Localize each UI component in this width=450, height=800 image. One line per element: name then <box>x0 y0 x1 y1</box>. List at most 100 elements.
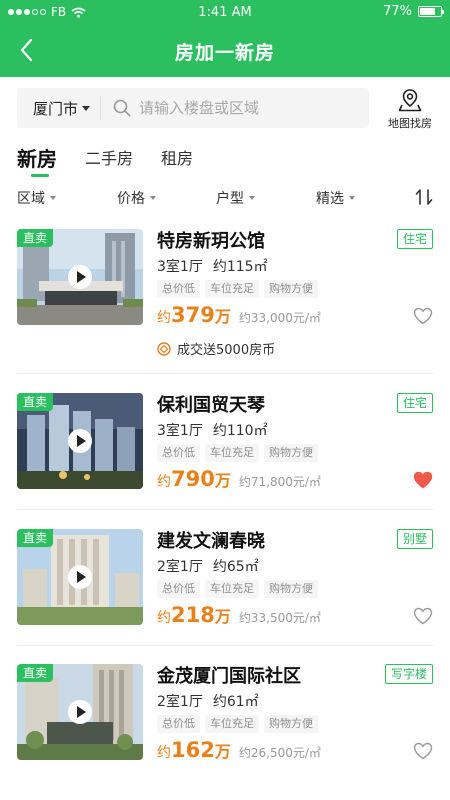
price-unit: 万 <box>214 742 231 761</box>
room-layout: 3室1厅 <box>157 259 203 275</box>
listing-image[interactable]: 直卖 <box>17 229 143 325</box>
map-search-button[interactable]: 地图找房 <box>383 88 437 132</box>
favorite-heart-icon[interactable] <box>413 607 433 625</box>
tab-label: 新房 <box>17 147 57 171</box>
listing-image[interactable]: 直卖 <box>17 393 143 489</box>
tab-label: 租房 <box>161 149 194 168</box>
property-type-tag: 别墅 <box>396 529 433 549</box>
feature-tag: 车位充足 <box>205 715 259 733</box>
category-tabs: 新房 二手房 租房 <box>17 146 221 177</box>
battery-icon <box>418 6 444 17</box>
feature-tags: 总价低 车位充足 购物方便 <box>157 444 318 462</box>
status-bar: FB 1:41 AM 77% <box>0 0 450 24</box>
listing-card[interactable]: 直卖 保利国贸天琴 住宅 3室1厅 约110㎡ 总价低 车位充足 购物方便 约 7… <box>17 391 433 491</box>
floor-area: 约110㎡ <box>212 423 268 439</box>
divider <box>17 645 433 646</box>
divider <box>17 373 433 374</box>
feature-tag: 购物方便 <box>264 444 318 462</box>
filter-label: 价格 <box>117 191 145 207</box>
tab-new-house[interactable]: 新房 <box>17 146 57 177</box>
divider <box>17 509 433 510</box>
floor-area: 约61㎡ <box>212 694 259 710</box>
listing-card[interactable]: 直卖 金茂厦门国际社区 写字楼 2室1厅 约61㎡ 总价低 车位充足 购物方便 约… <box>17 662 433 762</box>
filter-layout[interactable]: 户型 <box>216 186 255 210</box>
filter-label: 精选 <box>316 191 344 207</box>
listing-spec: 3室1厅 约115㎡ <box>157 256 268 276</box>
dropdown-icon <box>150 196 156 200</box>
total-price: 约 218 万 约33,500元/㎡ <box>157 603 321 627</box>
direct-sale-badge: 直卖 <box>17 664 54 682</box>
filter-label: 区域 <box>17 191 45 207</box>
room-layout: 3室1厅 <box>157 423 203 439</box>
listing-spec: 2室1厅 约61㎡ <box>157 691 259 711</box>
play-video-icon[interactable] <box>68 429 92 453</box>
play-video-icon[interactable] <box>68 700 92 724</box>
feature-tag: 车位充足 <box>205 580 259 598</box>
filter-bar: 区域 价格 户型 精选 <box>0 186 450 210</box>
search-box: 厦门市 <box>17 88 369 128</box>
page-title: 房加一新房 <box>174 42 275 64</box>
listing-name[interactable]: 保利国贸天琴 <box>157 391 265 417</box>
feature-tag: 总价低 <box>157 280 200 298</box>
room-layout: 2室1厅 <box>157 559 203 575</box>
feature-tag: 购物方便 <box>264 580 318 598</box>
filter-featured[interactable]: 精选 <box>316 186 355 210</box>
direct-sale-badge: 直卖 <box>17 529 54 547</box>
search-icon <box>113 99 131 117</box>
status-right: 77% <box>383 4 444 19</box>
tab-second-hand[interactable]: 二手房 <box>85 146 133 174</box>
city-label: 厦门市 <box>33 99 79 118</box>
listing-name[interactable]: 建发文澜春晓 <box>157 527 265 553</box>
dropdown-icon <box>50 196 56 200</box>
feature-tags: 总价低 车位充足 购物方便 <box>157 580 318 598</box>
caret-down-icon <box>82 105 91 111</box>
filter-label: 户型 <box>216 191 244 207</box>
search-input[interactable] <box>139 99 360 117</box>
app-header: FB 1:41 AM 77% 房加一新房 <box>0 0 450 77</box>
property-type-tag: 住宅 <box>396 393 433 413</box>
unit-price: 约33,500元/㎡ <box>238 611 321 625</box>
listing-image[interactable]: 直卖 <box>17 529 143 625</box>
total-price: 约 379 万 约33,000元/㎡ <box>157 303 321 327</box>
unit-price: 约33,000元/㎡ <box>238 311 321 325</box>
unit-price: 约71,800元/㎡ <box>238 475 321 489</box>
listing-spec: 2室1厅 约65㎡ <box>157 556 259 576</box>
tab-rental[interactable]: 租房 <box>161 146 193 174</box>
feature-tags: 总价低 车位充足 购物方便 <box>157 280 318 298</box>
search-row: 厦门市 地图找房 <box>17 88 437 132</box>
favorite-heart-icon[interactable] <box>413 742 433 760</box>
feature-tag: 购物方便 <box>264 280 318 298</box>
play-video-icon[interactable] <box>68 565 92 589</box>
filter-region[interactable]: 区域 <box>17 186 56 210</box>
price-unit: 万 <box>214 471 231 490</box>
favorite-heart-icon[interactable] <box>413 307 433 325</box>
room-layout: 2室1厅 <box>157 694 203 710</box>
favorite-heart-icon[interactable] <box>413 471 433 489</box>
price-value: 162 <box>171 738 215 762</box>
map-pin-icon <box>398 89 422 112</box>
floor-area: 约65㎡ <box>212 559 259 575</box>
tab-label: 二手房 <box>85 149 134 168</box>
dropdown-icon <box>349 196 355 200</box>
listing-image[interactable]: 直卖 <box>17 664 143 760</box>
coin-icon <box>157 341 171 356</box>
listing-card[interactable]: 直卖 建发文澜春晓 别墅 2室1厅 约65㎡ 总价低 车位充足 购物方便 约 21… <box>17 527 433 627</box>
listing-card[interactable]: 直卖 特房新玥公馆 住宅 3室1厅 约115㎡ 总价低 车位充足 购物方便 约 3… <box>17 229 433 363</box>
price-prefix: 约 <box>157 745 171 761</box>
total-price: 约 790 万 约71,800元/㎡ <box>157 467 321 491</box>
price-value: 790 <box>171 467 215 491</box>
feature-tags: 总价低 车位充足 购物方便 <box>157 715 318 733</box>
price-prefix: 约 <box>157 610 171 626</box>
filter-price[interactable]: 价格 <box>117 186 156 210</box>
feature-tag: 总价低 <box>157 715 200 733</box>
promo-label: 成交送5000房币 <box>177 343 276 358</box>
city-selector[interactable]: 厦门市 <box>17 96 102 120</box>
price-prefix: 约 <box>157 474 171 490</box>
play-video-icon[interactable] <box>68 265 92 289</box>
sort-icon[interactable] <box>414 187 434 207</box>
listing-name[interactable]: 特房新玥公馆 <box>157 227 265 253</box>
listing-name[interactable]: 金茂厦门国际社区 <box>157 662 301 688</box>
feature-tag: 购物方便 <box>264 715 318 733</box>
map-search-label: 地图找房 <box>388 117 432 130</box>
direct-sale-badge: 直卖 <box>17 393 54 411</box>
